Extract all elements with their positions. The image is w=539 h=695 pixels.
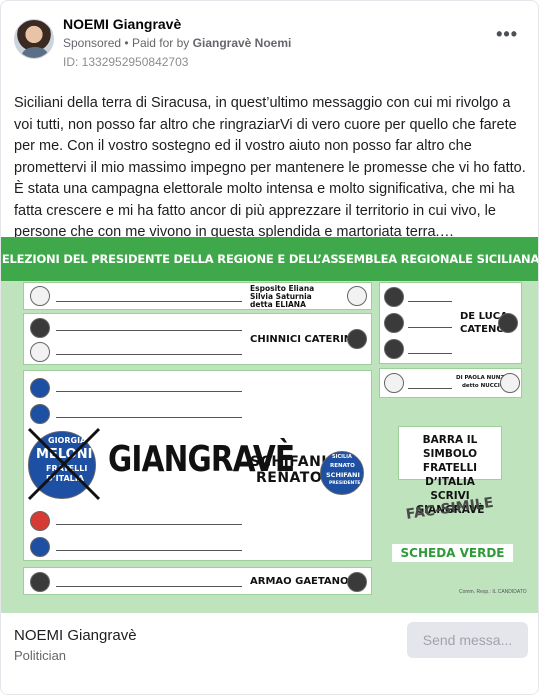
president-logo-icon bbox=[347, 286, 367, 306]
party-logo-icon bbox=[30, 286, 50, 306]
party-logo-icon bbox=[30, 318, 50, 338]
schifani-logo-text-1: SICILIA bbox=[332, 454, 352, 460]
footer-page-name[interactable]: NOEMI Giangravè bbox=[14, 627, 137, 644]
write-in-line bbox=[56, 330, 242, 331]
schifani-logo-text-4: PRESIDENTE bbox=[329, 481, 361, 486]
write-in-line bbox=[408, 353, 452, 354]
ballot-cross-mark bbox=[27, 427, 101, 501]
party-logo-icon bbox=[384, 339, 404, 359]
ad-card: NOEMI Giangravè Sponsored • Paid for by … bbox=[0, 0, 539, 695]
president-logo-icon bbox=[500, 373, 520, 393]
candidate-eliana-3: detta ELIANA bbox=[250, 300, 306, 309]
schifani-logo-text-3: SCHIFANI bbox=[326, 471, 360, 479]
write-in-line bbox=[408, 388, 452, 389]
page-name[interactable]: NOEMI Giangravè bbox=[63, 16, 181, 32]
party-logo-icon bbox=[30, 537, 50, 557]
ad-id: ID: 1332952950842703 bbox=[63, 55, 189, 69]
ad-footer: NOEMI Giangravè Politician Send messa... bbox=[1, 613, 538, 694]
schifani-logo-text-2: RENATO bbox=[330, 463, 355, 469]
paid-for-name: Giangravè Noemi bbox=[192, 36, 292, 50]
party-logo-icon bbox=[384, 373, 404, 393]
panel-dipaola: DI PAOLA NUNZIO detto NUCCIO bbox=[379, 368, 522, 398]
party-logo-icon bbox=[30, 378, 50, 398]
party-logo-icon bbox=[30, 342, 50, 362]
send-message-button[interactable]: Send messa... bbox=[407, 622, 528, 658]
candidate-armao: ARMAO GAETANO bbox=[250, 576, 349, 587]
president-logo-icon bbox=[347, 329, 367, 349]
write-in-line bbox=[56, 354, 242, 355]
separator: • bbox=[124, 36, 129, 50]
panel-eliana: Esposito Eliana Silvia Saturnia detta EL… bbox=[23, 282, 372, 310]
voting-instructions: BARRA IL SIMBOLO FRATELLI D’ITALIA SCRIV… bbox=[398, 426, 502, 516]
write-in-line bbox=[408, 327, 452, 328]
avatar-photo bbox=[22, 47, 48, 58]
ballot-title: ELEZIONI DEL PRESIDENTE DELLA REGIONE E … bbox=[1, 237, 538, 310]
sponsored-label: Sponsored bbox=[63, 36, 122, 50]
instruction-line-2: FRATELLI D’ITALIA bbox=[422, 462, 478, 488]
party-logo-icon bbox=[384, 287, 404, 307]
candidate-chinnici: CHINNICI CATERINA bbox=[250, 334, 360, 345]
ballot-image[interactable]: ELEZIONI DEL PRESIDENTE DELLA REGIONE E … bbox=[1, 237, 538, 613]
write-in-line bbox=[56, 524, 242, 525]
post-header: NOEMI Giangravè Sponsored • Paid for by … bbox=[1, 1, 538, 81]
party-logo-icon bbox=[30, 572, 50, 592]
write-in-line bbox=[56, 417, 242, 418]
president-name-2: RENATO bbox=[256, 470, 323, 486]
footer-category: Politician bbox=[14, 648, 67, 663]
party-logo-icon bbox=[30, 511, 50, 531]
instruction-line-1: BARRA IL SIMBOLO bbox=[422, 434, 478, 460]
president-logo-icon bbox=[347, 572, 367, 592]
president-logo-icon bbox=[498, 313, 518, 333]
write-in-line bbox=[408, 301, 452, 302]
party-logo-icon bbox=[30, 404, 50, 424]
post-body: Siciliani della terra di Siracusa, in qu… bbox=[14, 95, 526, 240]
panel-chinnici: CHINNICI CATERINA bbox=[23, 313, 372, 365]
write-in-line bbox=[56, 586, 242, 587]
panel-armao: ARMAO GAETANO bbox=[23, 567, 372, 595]
avatar[interactable] bbox=[14, 19, 54, 59]
scheda-verde-label: SCHEDA VERDE bbox=[392, 544, 513, 562]
panel-deluca: DE LUCA CATENO bbox=[379, 282, 522, 364]
party-logo-icon bbox=[384, 313, 404, 333]
president-name-1: SCHIFANI bbox=[250, 454, 328, 470]
write-in-line bbox=[56, 391, 242, 392]
write-in-line bbox=[56, 301, 242, 302]
write-in-line bbox=[56, 550, 242, 551]
paid-for-prefix: Paid for by bbox=[131, 36, 190, 50]
committente-note: Comm. Resp.: IL CANDIDATO bbox=[459, 589, 527, 595]
sponsored-line: Sponsored • Paid for by Giangravè Noemi bbox=[63, 36, 291, 50]
candidate-dipaola-2: detto NUCCIO bbox=[462, 383, 505, 389]
more-horizontal-icon[interactable]: ••• bbox=[496, 25, 518, 43]
